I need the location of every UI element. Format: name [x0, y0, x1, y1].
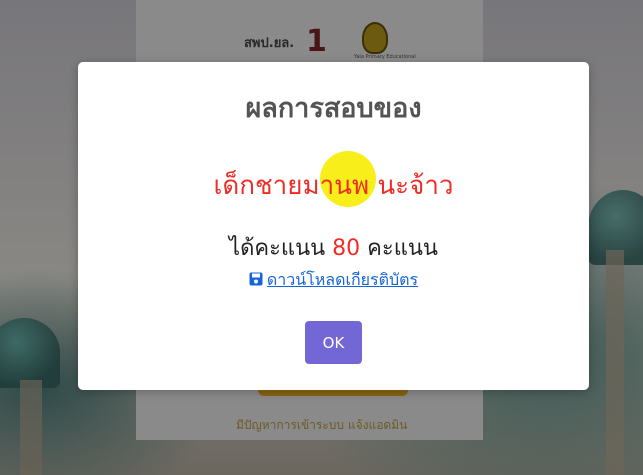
logo-number: 1 — [306, 24, 327, 59]
office-logo: สพป.ยล. 1 Yala Primary Educational — [244, 22, 444, 62]
score-prefix: ได้คะแนน — [229, 236, 326, 261]
screen: สพป.ยล. 1 Yala Primary Educational มีปัญ… — [0, 0, 643, 475]
ok-button[interactable]: OK — [305, 321, 362, 364]
help-text: มีปัญหาการเข้าระบบ แจ้งแอดมิน — [236, 418, 408, 432]
download-certificate-link[interactable]: ดาวน์โหลดเกียรติบัตร — [78, 268, 589, 293]
score-suffix: คะแนน — [367, 236, 438, 261]
mosque-tower-right — [606, 250, 624, 475]
save-icon — [249, 272, 263, 286]
result-modal: ผลการสอบของ เด็กชายมานพ นะจ้าว ได้คะแนน … — [78, 62, 589, 390]
mosque-tower-left — [20, 380, 42, 475]
download-label: ดาวน์โหลดเกียรติบัตร — [266, 270, 419, 289]
score-value: 80 — [332, 236, 361, 261]
modal-title: ผลการสอบของ — [245, 93, 422, 124]
logo-text: สพป.ยล. — [244, 36, 295, 51]
student-name: เด็กชายมานพ นะจ้าว — [213, 171, 454, 201]
logo-caption: Yala Primary Educational — [354, 54, 416, 60]
emblem-icon — [362, 22, 388, 54]
score-line: ได้คะแนน 80 คะแนน — [78, 230, 589, 265]
